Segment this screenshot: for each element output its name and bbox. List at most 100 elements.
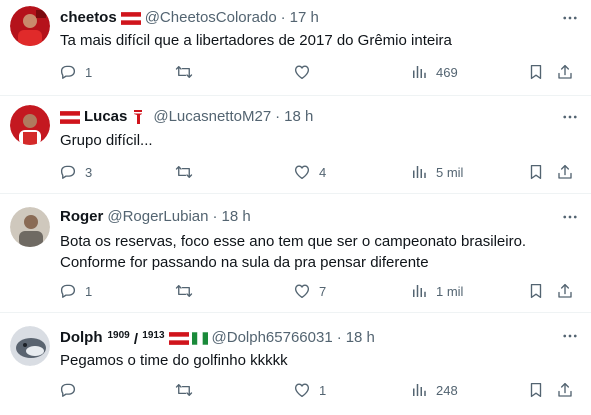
more-icon[interactable]	[559, 107, 581, 127]
bookmark-button[interactable]	[527, 379, 545, 401]
tweet-text: Bota os reservas, foco esse ano tem que …	[60, 231, 570, 273]
reply-icon	[59, 163, 77, 181]
views-icon	[410, 63, 428, 81]
share-button[interactable]	[556, 379, 574, 401]
action-bar: 1 248	[0, 379, 591, 401]
handle[interactable]: @RogerLubian	[107, 207, 208, 227]
tweet-text: Pegamos o time do golfinho kkkkk	[60, 352, 288, 369]
tweet[interactable]: Roger @RogerLubian · 18 h Bota os reserv…	[0, 195, 591, 313]
views-count: 469	[436, 64, 458, 80]
repost-button[interactable]	[175, 61, 201, 83]
timestamp[interactable]: 18 h	[221, 207, 250, 227]
repost-icon	[175, 63, 193, 81]
name-suffix-separator: /	[129, 331, 143, 348]
share-button[interactable]	[556, 61, 574, 83]
like-button[interactable]: 4	[293, 161, 326, 183]
bookmark-icon	[527, 63, 545, 81]
flag-icon	[121, 12, 141, 25]
views-button[interactable]: 5 mil	[410, 161, 463, 183]
reply-button[interactable]: 3	[59, 161, 92, 183]
tweet[interactable]: Dolph 1909 / 1913 @Dolph65766031 · 18 h …	[0, 314, 591, 415]
like-icon	[293, 163, 311, 181]
like-button[interactable]: 7	[293, 280, 326, 302]
tweet[interactable]: Lucas @LucasnettoM27 · 18 h Grupo difíci…	[0, 97, 591, 194]
like-icon	[293, 282, 311, 300]
action-bar: 1 7 1 mil	[0, 280, 591, 302]
display-name[interactable]: Dolph	[60, 328, 103, 348]
bookmark-icon	[527, 163, 545, 181]
tweet[interactable]: cheetos @CheetosColorado · 17 h Ta mais …	[0, 0, 591, 96]
timestamp[interactable]: 17 h	[290, 8, 319, 28]
views-icon	[410, 163, 428, 181]
reply-icon	[59, 63, 77, 81]
display-name[interactable]: cheetos	[60, 8, 117, 28]
flag-icon	[60, 111, 80, 124]
handle[interactable]: @CheetosColorado	[145, 8, 277, 28]
separator-dot: ·	[212, 208, 218, 225]
reply-button[interactable]: 1	[59, 61, 92, 83]
avatar[interactable]	[10, 105, 50, 145]
like-count: 1	[319, 382, 327, 398]
views-count: 1 mil	[436, 283, 464, 299]
like-count: 7	[319, 283, 327, 299]
bookmark-button[interactable]	[527, 280, 545, 302]
views-count: 5 mil	[436, 164, 464, 180]
separator-dot: ·	[275, 108, 281, 125]
reply-icon	[59, 282, 77, 300]
repost-button[interactable]	[175, 280, 201, 302]
share-icon	[556, 282, 574, 300]
share-button[interactable]	[556, 161, 574, 183]
separator-dot: ·	[336, 329, 342, 346]
bookmark-icon	[527, 282, 545, 300]
views-count: 248	[436, 382, 458, 398]
like-icon	[293, 63, 311, 81]
repost-button[interactable]	[175, 379, 201, 401]
tweet-text-line: Conforme for passando na sula da pra pen…	[60, 254, 429, 271]
display-name[interactable]: Roger	[60, 207, 103, 227]
name-suffix: 1909 / 1913	[108, 326, 165, 350]
name-suffix-year-2: 1913	[142, 330, 165, 341]
name-suffix-year-1: 1909	[107, 330, 130, 341]
avatar[interactable]	[10, 6, 50, 46]
views-button[interactable]: 1 mil	[410, 280, 463, 302]
views-icon	[410, 381, 428, 399]
views-button[interactable]: 248	[410, 379, 458, 401]
more-icon[interactable]	[559, 8, 581, 28]
more-icon[interactable]	[559, 326, 581, 346]
like-button[interactable]: 1	[293, 379, 326, 401]
share-button[interactable]	[556, 280, 574, 302]
like-icon	[293, 381, 311, 399]
handle[interactable]: @Dolph65766031	[212, 328, 333, 348]
separator-dot: ·	[280, 9, 286, 26]
reply-count: 3	[85, 164, 93, 180]
action-bar: 1 469	[0, 61, 591, 83]
tweet-text: Ta mais difícil que a libertadores de 20…	[60, 32, 452, 49]
flag-icon	[169, 332, 189, 345]
views-icon	[410, 282, 428, 300]
share-icon	[556, 381, 574, 399]
action-bar: 3 4 5 mil	[0, 161, 591, 183]
more-icon[interactable]	[559, 207, 581, 227]
repost-icon	[175, 381, 193, 399]
share-icon	[556, 63, 574, 81]
repost-button[interactable]	[175, 161, 201, 183]
display-name[interactable]: Lucas	[84, 107, 127, 127]
bookmark-icon	[527, 381, 545, 399]
reply-button[interactable]: 1	[59, 280, 92, 302]
avatar[interactable]	[10, 326, 50, 366]
timestamp[interactable]: 18 h	[346, 328, 375, 348]
timestamp[interactable]: 18 h	[284, 107, 313, 127]
handle[interactable]: @LucasnettoM27	[153, 107, 271, 127]
like-button[interactable]	[293, 61, 319, 83]
reply-button[interactable]	[59, 379, 85, 401]
share-icon	[556, 163, 574, 181]
bookmark-button[interactable]	[527, 161, 545, 183]
avatar[interactable]	[10, 207, 50, 247]
views-button[interactable]: 469	[410, 61, 458, 83]
nigeria-flag-icon	[192, 332, 208, 345]
bookmark-button[interactable]	[527, 61, 545, 83]
tweet-text: Grupo difícil...	[60, 132, 153, 149]
scarf-icon	[134, 110, 143, 124]
repost-icon	[175, 282, 193, 300]
repost-icon	[175, 163, 193, 181]
